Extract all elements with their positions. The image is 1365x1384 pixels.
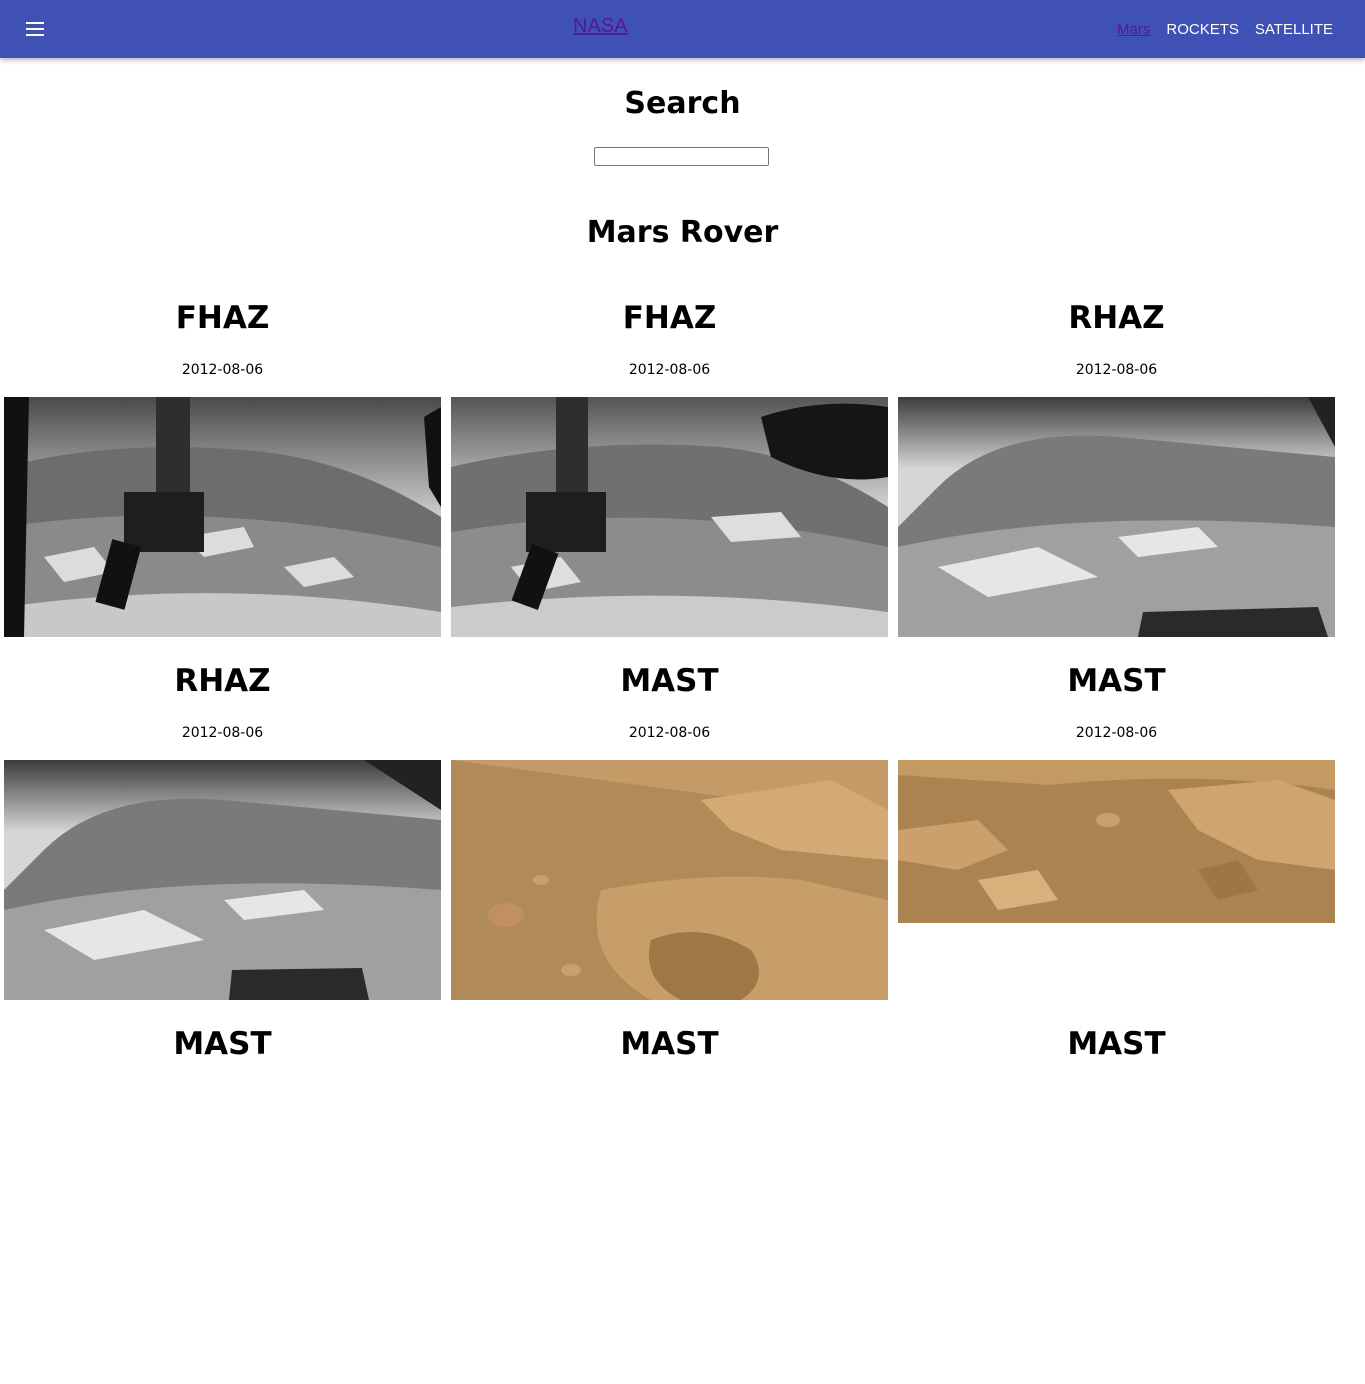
brand-link[interactable]: NASA	[573, 15, 627, 38]
earth-date: 2012-08-06	[628, 362, 711, 378]
nav-links: Mars ROCKETS SATELLITE	[1117, 18, 1333, 38]
search-title: Search	[624, 86, 741, 121]
rover-photo[interactable]	[451, 760, 888, 1000]
camera-name: MAST	[1067, 1026, 1166, 1062]
earth-date: 2012-08-06	[181, 725, 264, 741]
nav-link-rockets[interactable]: ROCKETS	[1166, 21, 1239, 38]
photo-card: MAST 2012-08-06	[451, 658, 888, 1021]
camera-name: MAST	[620, 1026, 719, 1062]
camera-name: FHAZ	[622, 300, 717, 336]
photo-card: FHAZ 2012-08-06	[451, 295, 888, 658]
top-navbar: NASA Mars ROCKETS SATELLITE	[0, 0, 1365, 58]
photo-grid: FHAZ 2012-08-06 FHAZ 2012-08-06 RHAZ 201…	[4, 295, 1335, 1384]
photo-card: MAST	[451, 1021, 888, 1384]
earth-date: 2012-08-06	[1075, 362, 1158, 378]
search-input[interactable]	[594, 147, 769, 166]
rover-photo[interactable]	[898, 760, 1335, 923]
photo-card: RHAZ 2012-08-06	[898, 295, 1335, 658]
nav-link-mars[interactable]: Mars	[1117, 21, 1150, 38]
photo-card: MAST	[898, 1021, 1335, 1384]
rover-photo[interactable]	[4, 760, 441, 1000]
camera-name: FHAZ	[175, 300, 270, 336]
rover-photo[interactable]	[898, 397, 1335, 637]
camera-name: MAST	[173, 1026, 272, 1062]
photo-card: MAST 2012-08-06	[898, 658, 1335, 1021]
photo-card: MAST	[4, 1021, 441, 1384]
mars-rover-title: Mars Rover	[586, 215, 779, 250]
camera-name: RHAZ	[174, 663, 271, 699]
rover-photo[interactable]	[4, 397, 441, 637]
camera-name: MAST	[1067, 663, 1166, 699]
nav-link-satellite[interactable]: SATELLITE	[1255, 21, 1333, 38]
rover-photo[interactable]	[451, 397, 888, 637]
hamburger-menu-icon[interactable]	[22, 17, 48, 41]
photo-card: RHAZ 2012-08-06	[4, 658, 441, 1021]
camera-name: MAST	[620, 663, 719, 699]
photo-card: FHAZ 2012-08-06	[4, 295, 441, 658]
earth-date: 2012-08-06	[1075, 725, 1158, 741]
camera-name: RHAZ	[1068, 300, 1165, 336]
earth-date: 2012-08-06	[628, 725, 711, 741]
earth-date: 2012-08-06	[181, 362, 264, 378]
